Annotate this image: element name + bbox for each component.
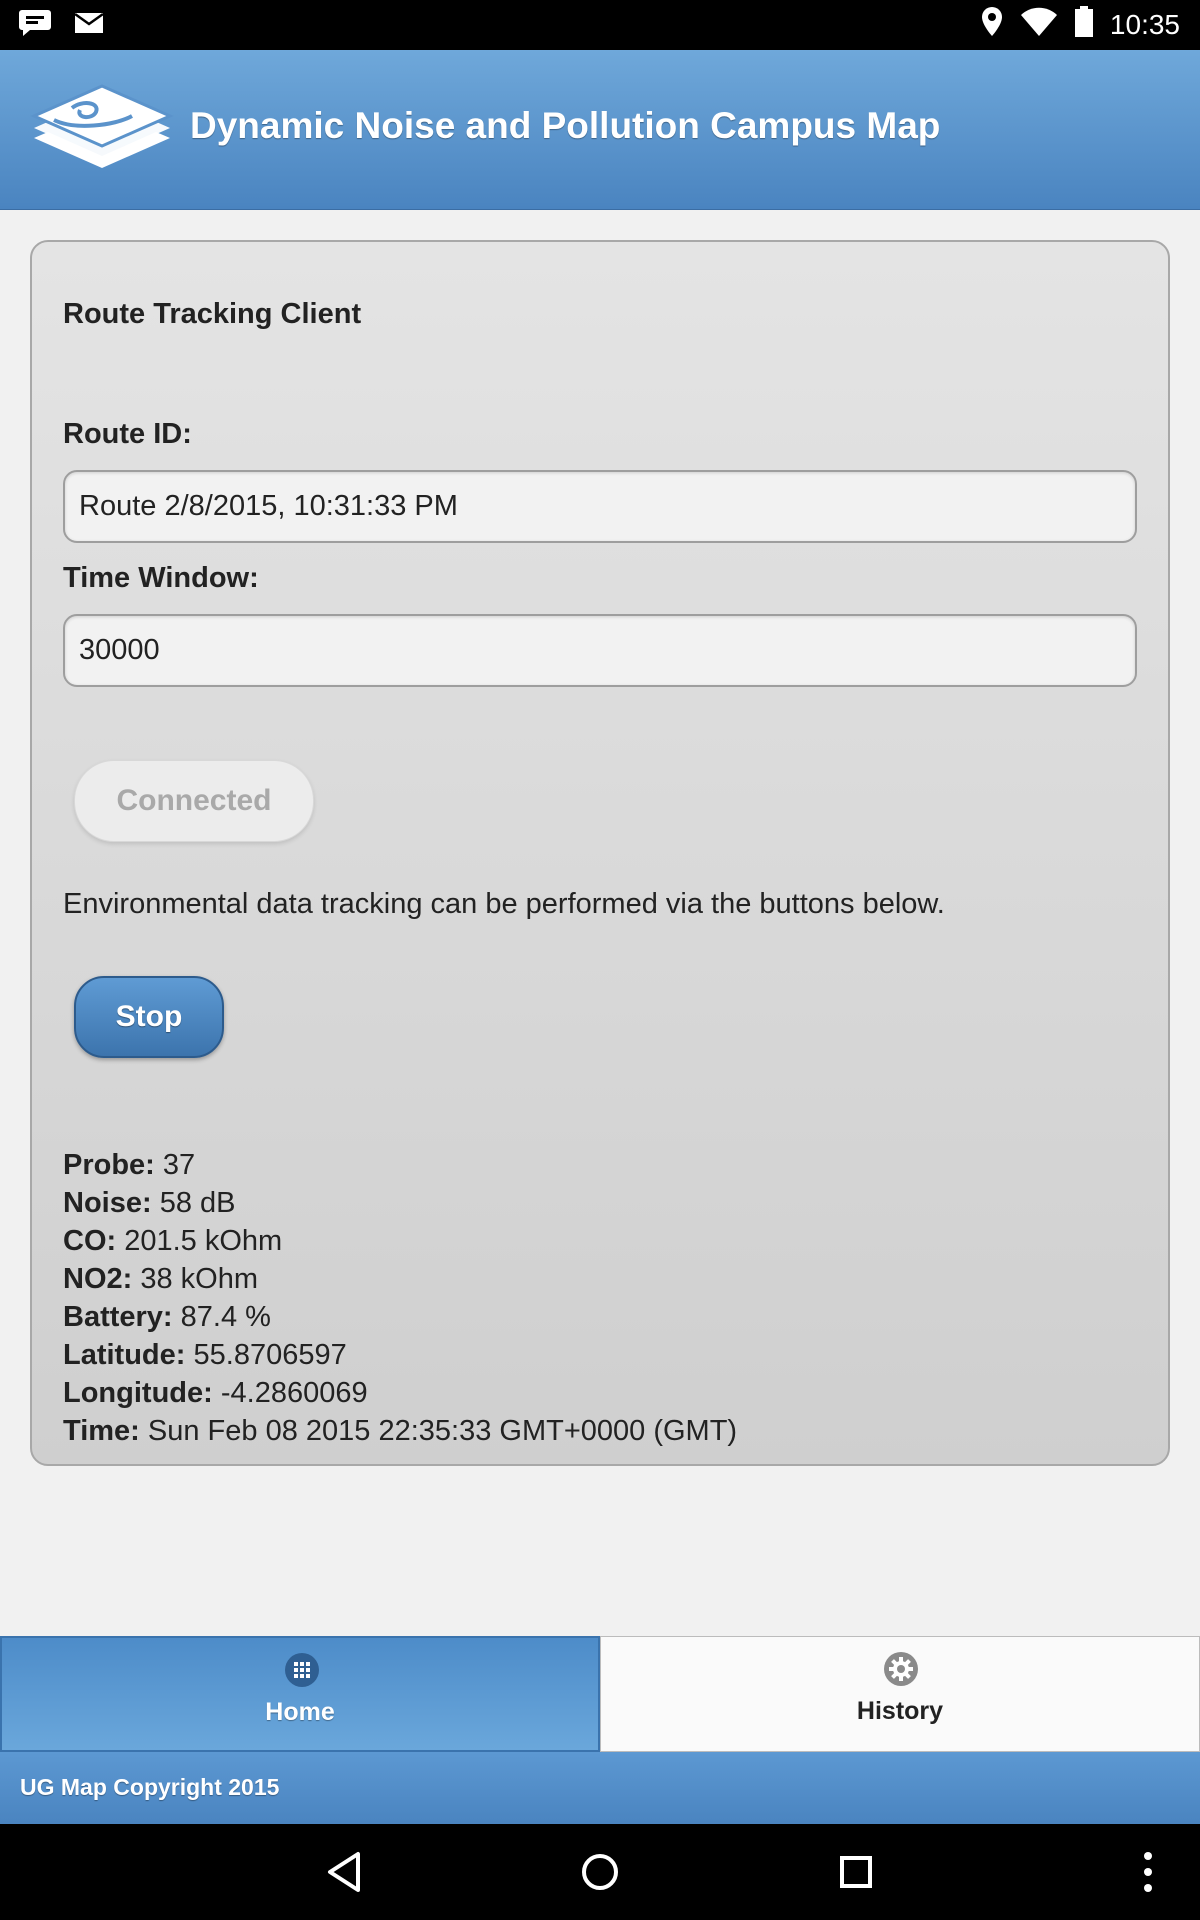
reading-label: Noise:	[63, 1187, 152, 1219]
sensor-readings: Probe: 37 Noise: 58 dB CO: 201.5 kOhm NO…	[63, 1146, 737, 1450]
footer: UG Map Copyright 2015	[0, 1752, 1200, 1824]
tab-bar: Home History	[0, 1636, 1200, 1752]
copyright-text: UG Map Copyright 2015	[20, 1774, 280, 1800]
app-header: Dynamic Noise and Pollution Campus Map	[0, 50, 1200, 210]
grid-icon	[284, 1652, 320, 1688]
location-icon	[980, 6, 1004, 43]
reading-value: Sun Feb 08 2015 22:35:33 GMT+0000 (GMT)	[147, 1415, 738, 1447]
app-logo-icon	[24, 76, 174, 176]
wifi-icon	[1020, 7, 1058, 42]
reading-time: Time: Sun Feb 08 2015 22:35:33 GMT+0000 …	[63, 1412, 737, 1450]
home-circle-icon[interactable]	[574, 1846, 626, 1898]
reading-latitude: Latitude: 55.8706597	[63, 1336, 737, 1374]
overflow-menu-icon[interactable]	[1122, 1846, 1174, 1898]
tab-home[interactable]: Home	[0, 1636, 600, 1752]
reading-battery: Battery: 87.4 %	[63, 1298, 737, 1336]
route-id-label: Route ID:	[63, 418, 192, 450]
reading-co: CO: 201.5 kOhm	[63, 1222, 737, 1260]
stop-button[interactable]: Stop	[74, 976, 224, 1058]
reading-label: CO:	[63, 1225, 117, 1257]
recents-icon[interactable]	[830, 1846, 882, 1898]
reading-label: Longitude:	[63, 1377, 213, 1409]
tab-history[interactable]: History	[600, 1636, 1200, 1752]
tab-history-label: History	[856, 1697, 944, 1725]
time-window-input[interactable]	[63, 614, 1137, 687]
gear-icon	[883, 1651, 919, 1687]
reading-label: Battery:	[63, 1301, 173, 1333]
reading-value: -4.2860069	[220, 1377, 368, 1409]
route-id-input[interactable]	[63, 470, 1137, 543]
panel-title: Route Tracking Client	[63, 298, 362, 330]
reading-value: 38 kOhm	[140, 1263, 259, 1295]
reading-no2: NO2: 38 kOhm	[63, 1260, 737, 1298]
chat-icon	[18, 8, 52, 43]
reading-value: 87.4 %	[180, 1301, 271, 1333]
reading-value: 55.8706597	[193, 1339, 347, 1371]
mail-icon	[74, 11, 104, 40]
reading-label: Probe:	[63, 1149, 155, 1181]
reading-label: Latitude:	[63, 1339, 186, 1371]
info-text: Environmental data tracking can be perfo…	[63, 888, 945, 920]
reading-value: 201.5 kOhm	[124, 1225, 283, 1257]
battery-icon	[1074, 6, 1094, 43]
connected-button[interactable]: Connected	[74, 760, 314, 842]
status-bar: 10:35	[0, 0, 1200, 50]
reading-value: 37	[162, 1149, 196, 1181]
reading-label: Time:	[63, 1415, 140, 1447]
system-nav-bar	[0, 1824, 1200, 1920]
reading-noise: Noise: 58 dB	[63, 1184, 737, 1222]
route-tracking-panel: Route Tracking Client Route ID: Time Win…	[30, 240, 1170, 1466]
app-title: Dynamic Noise and Pollution Campus Map	[190, 105, 941, 146]
reading-value: 58 dB	[159, 1187, 236, 1219]
status-time: 10:35	[1109, 8, 1180, 40]
reading-longitude: Longitude: -4.2860069	[63, 1374, 737, 1412]
time-window-label: Time Window:	[63, 562, 259, 594]
reading-probe: Probe: 37	[63, 1146, 737, 1184]
back-icon[interactable]	[320, 1846, 372, 1898]
tab-home-label: Home	[265, 1698, 335, 1726]
reading-label: NO2:	[63, 1263, 133, 1295]
